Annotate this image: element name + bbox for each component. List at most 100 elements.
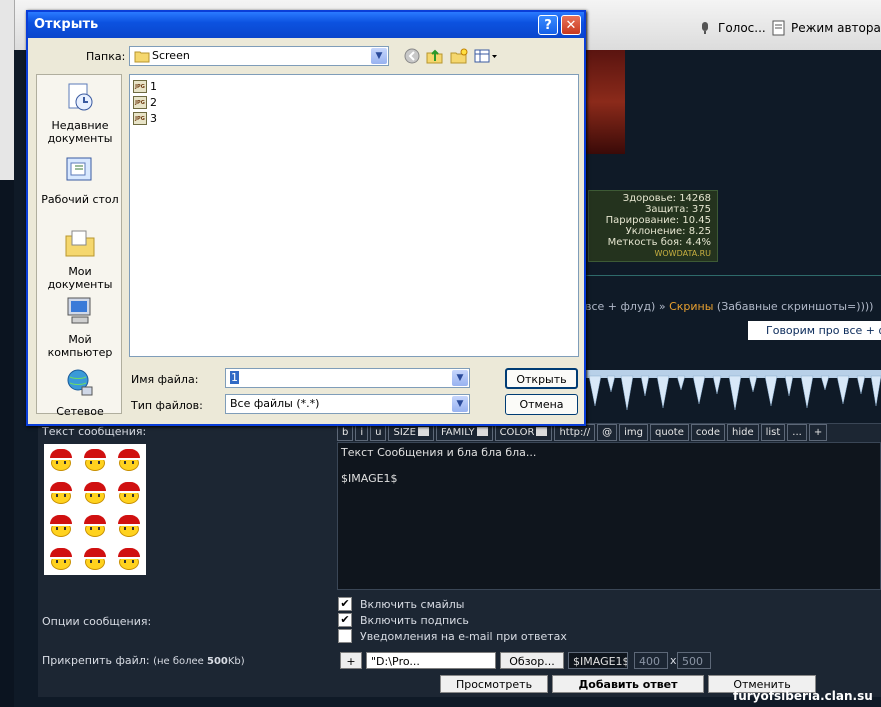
hide-button[interactable]: hide — [726, 424, 759, 441]
browse-button[interactable]: Обзор... — [500, 652, 564, 669]
smiley-icon[interactable] — [49, 482, 73, 505]
bbcode-toolbar: b i u SIZE FAMILY COLOR http:// @ img qu… — [337, 424, 881, 441]
jpg-file-icon: JPG — [133, 96, 147, 109]
place-desktop[interactable]: Рабочий стол — [37, 155, 123, 206]
file-item[interactable]: JPG 3 — [133, 111, 157, 126]
folder-select[interactable]: Screen ▼ — [129, 46, 389, 66]
up-folder-icon[interactable] — [426, 48, 444, 64]
help-button[interactable]: ? — [538, 15, 558, 35]
smiley-icon[interactable] — [117, 449, 141, 472]
jpg-file-icon: JPG — [133, 80, 147, 93]
character-stats-box: Здоровье: 14268 Защита: 375 Парирование:… — [588, 190, 718, 262]
place-my-computer[interactable]: Мой компьютер — [37, 295, 123, 359]
attach-label-row: Прикрепить файл: (не более 500Kb) — [42, 654, 245, 667]
file-list: JPG 1 JPG 2 JPG 3 — [129, 74, 579, 357]
folder-icon — [134, 51, 150, 63]
options-label: Опции сообщения: — [42, 615, 152, 628]
chevron-down-icon — [536, 427, 548, 436]
image-width-input[interactable]: 400 — [634, 652, 668, 669]
place-my-documents[interactable]: Мои документы — [37, 227, 123, 291]
family-select[interactable]: FAMILY — [435, 424, 493, 441]
close-button[interactable]: ✕ — [561, 15, 581, 35]
stat-row: Парирование: 10.45 — [605, 215, 711, 226]
network-icon — [67, 369, 93, 396]
file-path-input[interactable]: "D:\Рro... — [366, 652, 496, 669]
img-button[interactable]: img — [619, 424, 648, 441]
quote-button[interactable]: quote — [649, 424, 689, 441]
filename-label: Имя файла: — [131, 373, 199, 386]
underline-button[interactable]: u — [370, 424, 387, 441]
file-item[interactable]: JPG 1 — [133, 79, 157, 94]
smiley-icon[interactable] — [83, 449, 107, 472]
checkbox-checked[interactable]: ✔ — [338, 613, 352, 627]
document-icon — [772, 20, 785, 36]
option-smiles[interactable]: ✔ Включить смайлы — [338, 596, 638, 612]
folder-label: Папка: — [86, 50, 126, 63]
my-computer-icon — [67, 297, 91, 324]
checkbox-checked[interactable]: ✔ — [338, 597, 352, 611]
smiley-icon[interactable] — [83, 482, 107, 505]
code-button[interactable]: code — [690, 424, 725, 441]
size-select[interactable]: SIZE — [388, 424, 434, 441]
extra-button[interactable]: + — [808, 424, 828, 441]
list-button[interactable]: list — [760, 424, 786, 441]
smiley-icon[interactable] — [117, 514, 141, 537]
stat-row: Меткость боя: 4.4% — [607, 237, 711, 248]
preview-button[interactable]: Просмотреть — [440, 675, 548, 693]
image-tag-field[interactable]: $IMAGE1$ — [568, 652, 628, 669]
filetype-label: Тип файлов: — [131, 399, 203, 412]
header-artwork — [585, 50, 625, 154]
file-item[interactable]: JPG 2 — [133, 95, 157, 110]
dialog-titlebar[interactable]: Открыть — [28, 12, 584, 38]
new-folder-icon[interactable] — [450, 48, 468, 64]
email-button[interactable]: @ — [597, 424, 618, 441]
options-group: ✔ Включить смайлы ✔ Включить подпись Уведо… — [338, 596, 638, 644]
chevron-down-icon: ▼ — [371, 48, 387, 64]
chevron-down-icon: ▼ — [452, 396, 468, 412]
option-signature[interactable]: ✔ Включить подпись — [338, 612, 638, 628]
color-select[interactable]: COLOR — [494, 424, 553, 441]
filename-input[interactable]: 1 ▼ — [225, 368, 470, 388]
smiley-icon[interactable] — [117, 547, 141, 570]
view-menu-icon[interactable] — [474, 48, 498, 64]
message-label: Текст сообщения: — [42, 425, 147, 438]
italic-button[interactable]: i — [355, 424, 369, 441]
smiley-icon[interactable] — [83, 547, 107, 570]
add-attachment-button[interactable]: + — [340, 652, 362, 669]
browser-side-strip — [0, 0, 15, 180]
smiley-icon[interactable] — [117, 482, 141, 505]
add-reply-button[interactable]: Добавить ответ — [552, 675, 704, 693]
image-height-input[interactable]: 500 — [677, 652, 711, 669]
smiley-icon[interactable] — [49, 514, 73, 537]
dialog-title: Открыть — [34, 17, 99, 32]
jpg-file-icon: JPG — [133, 112, 147, 125]
chevron-down-icon: ▼ — [452, 370, 468, 386]
place-recent-documents[interactable]: Недавние документы — [37, 81, 123, 145]
open-button[interactable]: Открыть — [505, 368, 578, 389]
author-mode-button[interactable]: Режим автора — [772, 16, 881, 40]
back-icon[interactable] — [404, 48, 420, 64]
place-network[interactable]: Сетевое — [37, 367, 123, 418]
more-button[interactable]: ... — [787, 424, 807, 441]
checkbox-unchecked[interactable] — [338, 629, 352, 643]
bold-button[interactable]: b — [337, 424, 354, 441]
dialog-cancel-button[interactable]: Отмена — [505, 394, 578, 415]
desktop-icon — [66, 157, 92, 181]
stats-brand: WOWDATA.RU — [654, 249, 711, 258]
attach-limit: (не более 500Kb) — [153, 656, 245, 667]
message-textarea[interactable]: Текст Сообщения и бла бла бла... $IMAGE1… — [337, 442, 881, 590]
places-bar: Недавние документы Рабочий стол Мои доку… — [36, 74, 123, 418]
voice-button[interactable]: Голос... — [697, 16, 766, 40]
smiley-icon[interactable] — [49, 547, 73, 570]
smiley-icon[interactable] — [49, 449, 73, 472]
divider — [585, 275, 881, 276]
smiley-icon[interactable] — [83, 514, 107, 537]
option-email-notify[interactable]: Уведомления на e-mail при ответах — [338, 628, 638, 644]
url-button[interactable]: http:// — [554, 424, 596, 441]
recent-documents-icon — [68, 83, 93, 111]
breadcrumb-link[interactable]: Скрины — [669, 300, 713, 313]
filetype-select[interactable]: Все файлы (*.*) ▼ — [225, 394, 470, 414]
watermark: furyofsiberia.clan.su — [733, 689, 873, 703]
stat-row: Защита: 375 — [644, 204, 711, 215]
microphone-icon — [702, 22, 708, 34]
